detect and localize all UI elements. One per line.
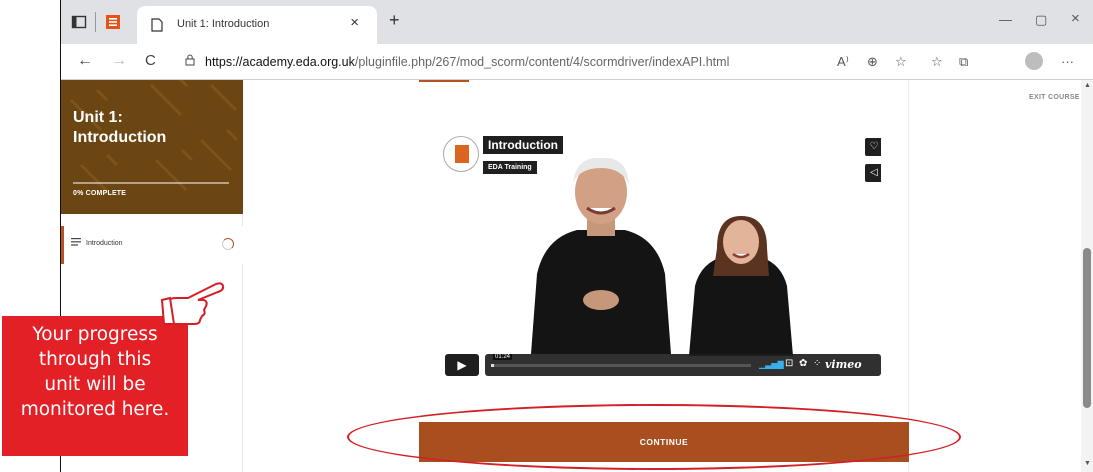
tab-bar: Unit 1: Introduction × + — ▢ ×: [61, 0, 1093, 44]
scroll-up-icon[interactable]: ▲: [1084, 82, 1091, 89]
new-tab-button[interactable]: +: [389, 10, 400, 31]
like-heart-icon[interactable]: ♡: [865, 138, 881, 156]
presenter-woman: [689, 216, 793, 356]
close-tab-icon[interactable]: ×: [350, 14, 359, 31]
unit-title-line1: Unit 1:: [73, 109, 123, 126]
profile-avatar[interactable]: [1025, 52, 1043, 70]
sidebar-item-introduction[interactable]: Introduction: [61, 226, 243, 264]
read-aloud-icon[interactable]: A⁾: [837, 54, 849, 70]
add-favorite-icon[interactable]: ☆: [895, 54, 907, 70]
unit-title-line2: Introduction: [73, 129, 167, 146]
video-player[interactable]: Introduction EDA Training ♡ ◁ ▶ 01:24 ▁▃…: [441, 126, 881, 392]
zoom-icon[interactable]: ⊕: [867, 54, 878, 70]
share-icon[interactable]: ◁: [865, 164, 881, 182]
callout-line: monitored here.: [20, 399, 170, 420]
video-channel[interactable]: EDA Training: [483, 161, 537, 174]
sidebar-item-label: Introduction: [86, 240, 123, 247]
volume-icon[interactable]: ▁▃▅▇: [759, 360, 784, 369]
seek-bar[interactable]: 01:24: [491, 354, 751, 367]
maximize-button[interactable]: ▢: [1035, 12, 1047, 28]
fullscreen-icon[interactable]: ⁘: [813, 358, 821, 369]
url-field[interactable]: https://academy.eda.org.uk/pluginfile.ph…: [171, 49, 731, 75]
reload-button[interactable]: C: [145, 52, 156, 69]
browser-window: Unit 1: Introduction × + — ▢ × ← → C htt…: [60, 0, 1093, 472]
unit-header: Unit 1: Introduction 0% COMPLETE: [61, 80, 243, 214]
vimeo-logo[interactable]: vimeo: [825, 358, 862, 371]
video-controls: ▶ 01:24 ▁▃▅▇ ⊡ ✿ ⁘ vimeo: [445, 352, 881, 378]
current-time: 01:24: [493, 354, 513, 360]
address-bar: ← → C https://academy.eda.org.uk/pluginf…: [61, 44, 1093, 80]
close-window-button[interactable]: ×: [1071, 10, 1080, 27]
tab-divider: [95, 12, 96, 32]
eda-logo-mark: [455, 145, 469, 163]
progress-callout: Your progress through this unit will be …: [2, 316, 188, 456]
control-bar: 01:24 ▁▃▅▇ ⊡ ✿ ⁘ vimeo: [485, 354, 881, 376]
lesson-progress-ring-icon: [222, 238, 234, 250]
scrollbar-thumb[interactable]: [1083, 248, 1091, 408]
url-host: https://academy.eda.org.uk: [205, 55, 355, 69]
lock-icon[interactable]: [185, 54, 195, 69]
settings-gear-icon[interactable]: ✿: [799, 358, 807, 369]
tab-title: Unit 1: Introduction: [177, 18, 270, 30]
lesson-top-accent: [419, 80, 469, 82]
url-text: https://academy.eda.org.uk/pluginfile.ph…: [205, 55, 729, 69]
favorites-icon[interactable]: ☆: [931, 54, 943, 70]
unit-progress-bar: [73, 182, 229, 184]
seek-progress: [491, 364, 494, 367]
highlight-ellipse: [347, 404, 961, 470]
tab-actions-icon[interactable]: [71, 14, 87, 30]
url-path: /pluginfile.php/267/mod_scorm/content/4/…: [354, 55, 730, 69]
back-button[interactable]: ←: [77, 52, 93, 70]
active-tab[interactable]: Unit 1: Introduction ×: [137, 6, 377, 44]
pointing-hand-icon: [160, 282, 225, 325]
presenter-man: [531, 157, 671, 354]
video-title[interactable]: Introduction: [483, 136, 563, 154]
page-icon: [151, 18, 163, 37]
forward-button[interactable]: →: [111, 52, 127, 70]
exit-course-link[interactable]: EXIT COURSE: [1029, 94, 1080, 101]
unit-progress-label: 0% COMPLETE: [73, 190, 127, 197]
collections-icon[interactable]: ⧉: [959, 54, 968, 70]
callout-line: through this: [38, 349, 152, 370]
unit-title: Unit 1: Introduction: [73, 108, 223, 148]
lesson-list-icon: [71, 238, 81, 249]
play-button[interactable]: ▶: [445, 354, 479, 376]
more-menu-icon[interactable]: ···: [1061, 54, 1074, 69]
eda-logo: [443, 136, 479, 172]
vertical-tabs-icon[interactable]: [105, 14, 121, 30]
scroll-down-icon[interactable]: ▼: [1084, 460, 1091, 467]
minimize-button[interactable]: —: [999, 12, 1012, 27]
captions-icon[interactable]: ⊡: [785, 358, 793, 369]
callout-line: unit will be: [44, 374, 146, 395]
